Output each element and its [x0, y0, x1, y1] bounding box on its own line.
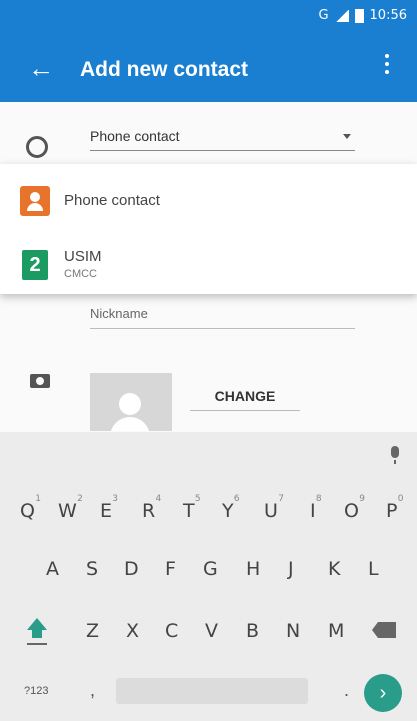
key-u[interactable]: U7 [264, 494, 284, 522]
change-photo-label: CHANGE [214, 388, 276, 404]
shift-key[interactable] [26, 618, 48, 645]
key-h[interactable]: H [246, 558, 260, 580]
battery-icon [354, 8, 364, 23]
key-a[interactable]: A [46, 558, 59, 580]
more-vert-icon[interactable] [385, 54, 389, 78]
key-z[interactable]: Z [86, 620, 99, 642]
status-icons: G 10:56 [318, 8, 407, 23]
network-type: G [318, 8, 329, 23]
key-p[interactable]: P0 [386, 494, 403, 522]
nickname-field[interactable]: Nickname [90, 302, 355, 329]
key-d[interactable]: D [124, 558, 139, 580]
account-selector-value: Phone contact [90, 128, 180, 144]
key-m[interactable]: M [328, 620, 344, 642]
account-icon [26, 136, 48, 158]
key-r[interactable]: R4 [142, 494, 161, 522]
key-l[interactable]: L [368, 558, 379, 580]
key-x[interactable]: X [126, 620, 139, 642]
app-bar: ← Add new contact [0, 38, 417, 102]
next-icon[interactable]: › [364, 674, 402, 712]
key-g[interactable]: G [203, 558, 218, 580]
dropdown-item-sublabel: CMCC [64, 268, 97, 280]
key-t[interactable]: T5 [183, 494, 201, 522]
period-key[interactable]: . [344, 680, 349, 701]
camera-icon [30, 374, 50, 388]
key-w[interactable]: W2 [58, 494, 83, 522]
contact-photo[interactable] [90, 373, 172, 431]
key-i[interactable]: I8 [310, 494, 322, 522]
clock: 10:56 [369, 8, 407, 23]
key-j[interactable]: J [288, 558, 294, 580]
phone-contact-icon [20, 186, 50, 216]
status-bar: G 10:56 [0, 0, 417, 38]
page-title: Add new contact [80, 58, 249, 81]
key-k[interactable]: K [328, 558, 340, 580]
key-n[interactable]: N [286, 620, 300, 642]
key-f[interactable]: F [165, 558, 176, 580]
account-dropdown: Phone contact 2 USIM CMCC [0, 164, 417, 294]
avatar-body [110, 417, 150, 431]
symbols-key[interactable]: ?123 [24, 685, 48, 697]
key-y[interactable]: Y6 [222, 494, 240, 522]
signal-icon [334, 9, 349, 22]
mic-icon[interactable] [391, 446, 399, 464]
key-s[interactable]: S [86, 558, 98, 580]
space-bar[interactable] [116, 678, 308, 704]
change-photo-button[interactable]: CHANGE [190, 384, 300, 411]
sim-card-icon: 2 [22, 250, 48, 280]
key-v[interactable]: V [205, 620, 218, 642]
nickname-placeholder: Nickname [90, 306, 148, 321]
key-o[interactable]: O9 [344, 494, 365, 522]
dropdown-item-label: USIM [64, 248, 102, 265]
key-q[interactable]: Q1 [20, 494, 41, 522]
back-arrow-icon[interactable]: ← [28, 53, 54, 83]
comma-key[interactable]: , [90, 680, 95, 701]
dropdown-item-phone-contact[interactable]: Phone contact [0, 174, 417, 228]
account-selector[interactable]: Phone contact [90, 122, 355, 151]
dropdown-arrow-icon [343, 134, 351, 139]
avatar-head [119, 393, 141, 415]
key-c[interactable]: C [165, 620, 178, 642]
dropdown-item-usim[interactable]: 2 USIM CMCC [0, 238, 417, 292]
key-b[interactable]: B [246, 620, 259, 642]
key-e[interactable]: E3 [100, 494, 118, 522]
shift-arrow-icon [27, 618, 47, 630]
dropdown-item-label: Phone contact [64, 192, 160, 209]
